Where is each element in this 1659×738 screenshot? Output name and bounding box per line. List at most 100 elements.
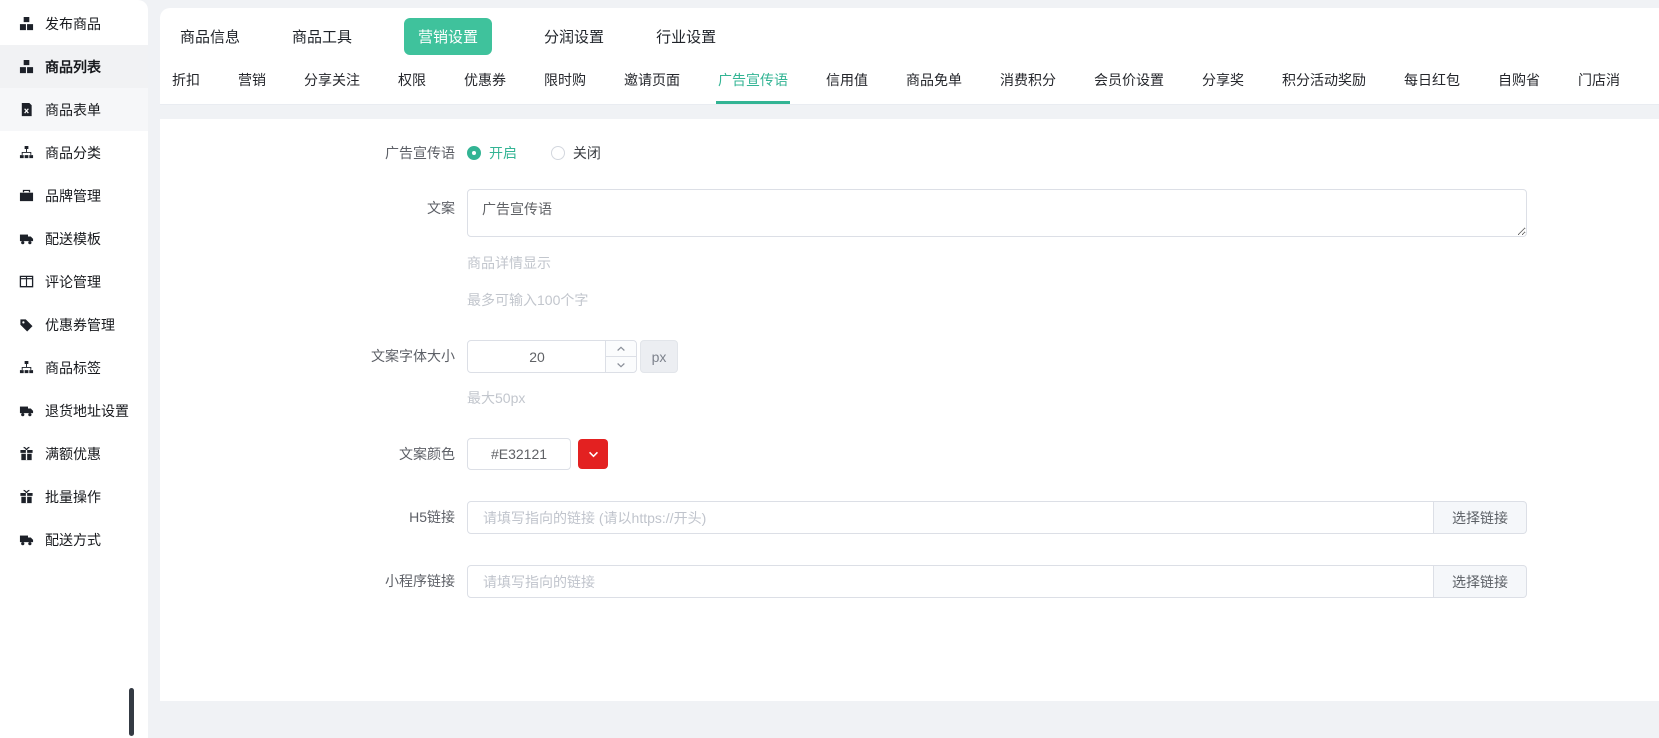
form-row-font-size: 文案字体大小: [160, 340, 1659, 408]
sidebar-item-label: 商品标签: [45, 358, 101, 378]
sidebar-item[interactable]: 满额优惠: [0, 432, 148, 475]
cubes-icon: [19, 16, 34, 31]
sidebar-item-label: 商品表单: [45, 100, 101, 120]
sidebar-item[interactable]: 配送方式: [0, 518, 148, 561]
secondary-tab[interactable]: 积分活动奖励: [1280, 70, 1368, 104]
sidebar-item-label: 配送模板: [45, 229, 101, 249]
h5-link-controls: 选择链接: [467, 501, 1659, 534]
sidebar-item-label: 评论管理: [45, 272, 101, 292]
primary-tab-label: 商品工具: [292, 29, 352, 46]
sidebar-item[interactable]: 优惠券管理: [0, 303, 148, 346]
primary-tab-bar: 商品信息 商品工具 营销设置 分润设置 行业设置: [160, 8, 1659, 64]
sidebar-item[interactable]: 批量操作: [0, 475, 148, 518]
color-picker-button[interactable]: [578, 439, 608, 469]
truck-icon: [19, 532, 34, 547]
primary-tab[interactable]: 行业设置: [656, 18, 716, 55]
cubes-icon: [19, 59, 34, 74]
secondary-tab[interactable]: 自购省: [1496, 70, 1542, 104]
color-value-input[interactable]: [467, 438, 571, 470]
secondary-tab[interactable]: 消费积分: [998, 70, 1058, 104]
secondary-tab-label: 门店消: [1578, 72, 1620, 88]
font-size-stepper: [467, 340, 637, 373]
sidebar-item-label: 商品分类: [45, 143, 101, 163]
secondary-tab[interactable]: 商品免单: [904, 70, 964, 104]
h5-choose-link-button[interactable]: 选择链接: [1434, 501, 1527, 534]
sidebar-item[interactable]: 商品标签: [0, 346, 148, 389]
secondary-tab-label: 限时购: [544, 72, 586, 88]
secondary-tab[interactable]: 会员价设置: [1092, 70, 1166, 104]
gift-icon: [19, 489, 34, 504]
increase-button[interactable]: [606, 341, 636, 357]
font-size-label: 文案字体大小: [160, 340, 467, 372]
secondary-tab[interactable]: 营销: [236, 70, 268, 104]
sidebar-item[interactable]: 商品分类: [0, 131, 148, 174]
mini-link-input[interactable]: [467, 565, 1434, 598]
color-controls: [467, 438, 1659, 470]
primary-tab[interactable]: 商品工具: [292, 18, 352, 55]
radio-enable-circle: [467, 146, 481, 160]
radio-enable[interactable]: 开启: [467, 143, 517, 163]
truck-icon: [19, 403, 34, 418]
file-x-icon: [19, 102, 34, 117]
sidebar-item-label: 退货地址设置: [45, 401, 129, 421]
primary-tab-label: 营销设置: [418, 29, 478, 46]
secondary-tab[interactable]: 限时购: [542, 70, 588, 104]
secondary-tab-label: 优惠券: [464, 72, 506, 88]
decrease-button[interactable]: [606, 357, 636, 372]
secondary-tab-label: 权限: [398, 72, 426, 88]
sidebar-item-label: 配送方式: [45, 530, 101, 550]
copy-help-display: 商品详情显示: [467, 253, 1659, 273]
secondary-tab-label: 每日红包: [1404, 72, 1460, 88]
gift-icon: [19, 446, 34, 461]
font-size-help: 最大50px: [467, 388, 1659, 408]
secondary-tab[interactable]: 门店消: [1576, 70, 1622, 104]
secondary-tab-label: 营销: [238, 72, 266, 88]
sidebar-item[interactable]: 品牌管理: [0, 174, 148, 217]
sidebar-item-label: 批量操作: [45, 487, 101, 507]
secondary-tab-label: 自购省: [1498, 72, 1540, 88]
sidebar-item[interactable]: 商品表单: [0, 88, 148, 131]
primary-tab[interactable]: 商品信息: [180, 18, 240, 55]
secondary-tab-label: 消费积分: [1000, 72, 1056, 88]
sidebar-item[interactable]: 商品列表: [0, 45, 148, 88]
copy-help-limit: 最多可输入100个字: [467, 290, 1659, 310]
sidebar-item-label: 满额优惠: [45, 444, 101, 464]
primary-tab[interactable]: 营销设置: [404, 18, 492, 55]
secondary-tab[interactable]: 分享奖: [1200, 70, 1246, 104]
secondary-tab[interactable]: 分享关注: [302, 70, 362, 104]
secondary-tab[interactable]: 折扣: [170, 70, 202, 104]
sidebar-menu: 发布商品 商品列表 商品表单 商品分类: [0, 0, 148, 561]
form-row-color: 文案颜色: [160, 438, 1659, 470]
secondary-tab[interactable]: 优惠券: [462, 70, 508, 104]
secondary-tab[interactable]: 权限: [396, 70, 428, 104]
copy-textarea[interactable]: 广告宣传语: [467, 189, 1527, 237]
primary-tab[interactable]: 分润设置: [544, 18, 604, 55]
sidebar-item[interactable]: 退货地址设置: [0, 389, 148, 432]
sidebar-item[interactable]: 评论管理: [0, 260, 148, 303]
secondary-tab-label: 会员价设置: [1094, 72, 1164, 88]
radio-enable-label: 开启: [489, 143, 517, 163]
secondary-tab-label: 分享奖: [1202, 72, 1244, 88]
app-root: 发布商品 商品列表 商品表单 商品分类: [0, 0, 1659, 738]
sidebar-item[interactable]: 配送模板: [0, 217, 148, 260]
form-row-mini-link: 小程序链接 选择链接: [160, 565, 1659, 598]
tag-icon: [19, 317, 34, 332]
briefcase-icon: [19, 188, 34, 203]
tabs-header: 商品信息 商品工具 营销设置 分润设置 行业设置: [160, 8, 1659, 105]
primary-tab-label: 分润设置: [544, 29, 604, 46]
radio-disable[interactable]: 关闭: [551, 143, 601, 163]
copy-controls: 广告宣传语 商品详情显示 最多可输入100个字: [467, 189, 1659, 310]
main-content: 商品信息 商品工具 营销设置 分润设置 行业设置: [160, 8, 1659, 738]
sidebar: 发布商品 商品列表 商品表单 商品分类: [0, 0, 148, 738]
secondary-tab-label: 商品免单: [906, 72, 962, 88]
sidebar-item[interactable]: 发布商品: [0, 2, 148, 45]
truck-icon: [19, 231, 34, 246]
h5-link-input[interactable]: [467, 501, 1434, 534]
secondary-tab[interactable]: 信用值: [824, 70, 870, 104]
mini-choose-link-button[interactable]: 选择链接: [1434, 565, 1527, 598]
secondary-tab-label: 分享关注: [304, 72, 360, 88]
secondary-tab[interactable]: 每日红包: [1402, 70, 1462, 104]
secondary-tab[interactable]: 邀请页面: [622, 70, 682, 104]
secondary-tab[interactable]: 广告宣传语: [716, 70, 790, 104]
sidebar-scrollbar-thumb[interactable]: [129, 688, 134, 736]
